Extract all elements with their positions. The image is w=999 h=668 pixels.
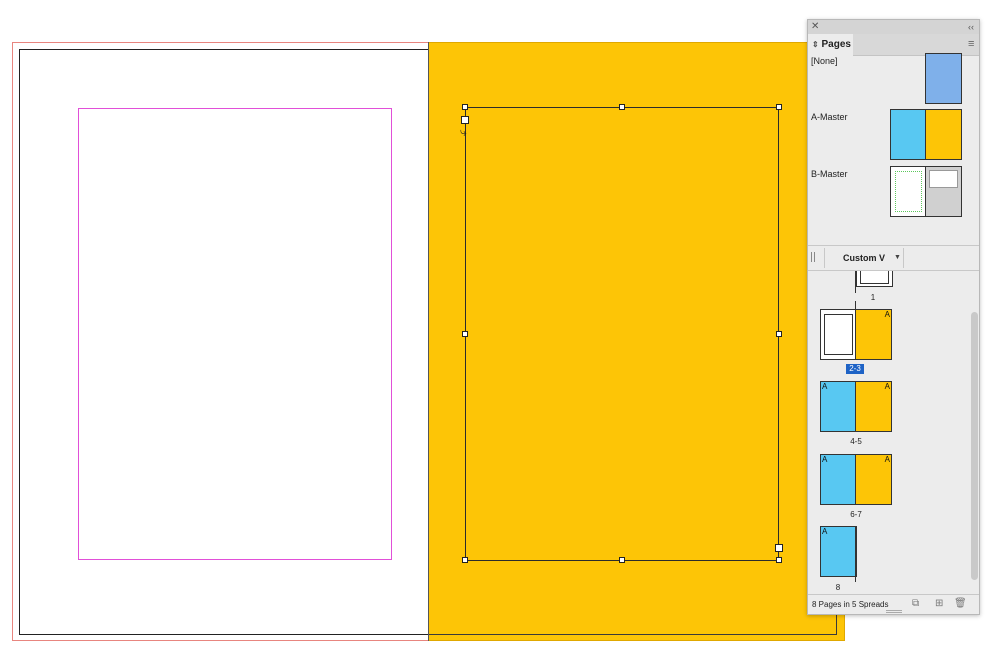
frame-handle-bottom-center[interactable]	[619, 557, 625, 563]
scrollbar-thumb[interactable]	[971, 312, 978, 580]
page-4-thumbnail[interactable]: A	[820, 381, 857, 432]
trash-icon[interactable]: 🗑	[954, 599, 967, 609]
tab-pages[interactable]: ⇕ Pages	[808, 34, 853, 56]
page-6-master-prefix: A	[822, 455, 828, 464]
pages-panel: ✕ ‹‹ ⇕ Pages ≡ [None] A-Master B-Master …	[807, 19, 980, 615]
frame-handle-bottom-left[interactable]	[462, 557, 468, 563]
master-none-thumbnail[interactable]	[925, 53, 962, 104]
spread-6-7-label[interactable]: 6-7	[846, 510, 866, 519]
page-8-master-prefix: A	[822, 527, 828, 536]
spread-1-label[interactable]: 1	[863, 293, 883, 302]
panel-titlebar[interactable]: ✕ ‹‹	[808, 20, 979, 34]
grip-icon[interactable]	[811, 252, 815, 262]
masters-divider[interactable]	[808, 245, 979, 246]
view-select[interactable]: Custom V	[824, 248, 904, 268]
collapse-icon[interactable]: ‹‹	[968, 20, 974, 34]
new-page-icon[interactable]: ⊞	[935, 599, 943, 609]
page-3-master-prefix: A	[884, 310, 890, 319]
master-a-label: A-Master	[811, 112, 848, 122]
page-count-status: 8 Pages in 5 Spreads	[812, 600, 889, 609]
close-icon[interactable]: ✕	[811, 20, 819, 34]
page-7-thumbnail[interactable]: A	[855, 454, 892, 505]
tab-arrows-icon: ⇕	[812, 40, 819, 49]
page-6-thumbnail[interactable]: A	[820, 454, 857, 505]
spread-fold	[428, 42, 429, 641]
page-5-thumbnail[interactable]: A	[855, 381, 892, 432]
pages-toolbar: Custom V ▼	[808, 248, 979, 270]
page-7-master-prefix: A	[884, 455, 890, 464]
spine-1	[855, 271, 856, 293]
edit-page-size-icon[interactable]: ⧉	[912, 599, 919, 609]
frame-handle-top-right[interactable]	[776, 104, 782, 110]
frame-handle-bottom-right[interactable]	[776, 557, 782, 563]
master-a-right-thumbnail[interactable]	[925, 109, 962, 160]
spread-8-label[interactable]: 8	[828, 583, 848, 592]
page-4-master-prefix: A	[822, 382, 828, 391]
text-frame-out-port[interactable]	[775, 544, 783, 552]
frame-handle-middle-left[interactable]	[462, 331, 468, 337]
chevron-down-icon[interactable]: ▼	[894, 248, 901, 268]
master-none-label: [None]	[811, 56, 838, 66]
page-1-thumbnail[interactable]	[856, 271, 893, 287]
margin-guides	[78, 108, 392, 560]
panel-menu-icon[interactable]: ≡	[968, 38, 974, 50]
page-1-frame	[860, 271, 889, 284]
master-b-left-thumbnail[interactable]	[890, 166, 927, 217]
pages-list[interactable]: 1 A 2-3 A A 4-5 A A 6-7 A 8	[808, 271, 979, 593]
page-3-thumbnail[interactable]: A	[855, 309, 892, 360]
master-b-label: B-Master	[811, 169, 848, 179]
page-2-frame	[824, 314, 853, 355]
frame-handle-top-left[interactable]	[462, 104, 468, 110]
master-b-right-thumbnail[interactable]	[925, 166, 962, 217]
text-frame-in-port[interactable]	[461, 116, 469, 124]
frame-handle-top-center[interactable]	[619, 104, 625, 110]
frame-handle-middle-right[interactable]	[776, 331, 782, 337]
panel-resize-grip[interactable]	[886, 610, 902, 613]
page-8-thumbnail[interactable]: A	[820, 526, 857, 577]
view-select-label: Custom V	[842, 253, 885, 263]
master-b-guides	[895, 171, 922, 212]
page-5-master-prefix: A	[884, 382, 890, 391]
master-a-left-thumbnail[interactable]	[890, 109, 927, 160]
selected-text-frame[interactable]	[465, 107, 779, 561]
spine-8	[855, 526, 856, 582]
spread-4-5-label[interactable]: 4-5	[846, 437, 866, 446]
page-2-thumbnail[interactable]	[820, 309, 857, 360]
master-b-frame	[929, 170, 958, 188]
thread-cursor-icon: ⤷	[460, 125, 467, 139]
tab-pages-label: Pages	[821, 39, 851, 50]
spread-2-3-label[interactable]: 2-3	[846, 364, 864, 374]
